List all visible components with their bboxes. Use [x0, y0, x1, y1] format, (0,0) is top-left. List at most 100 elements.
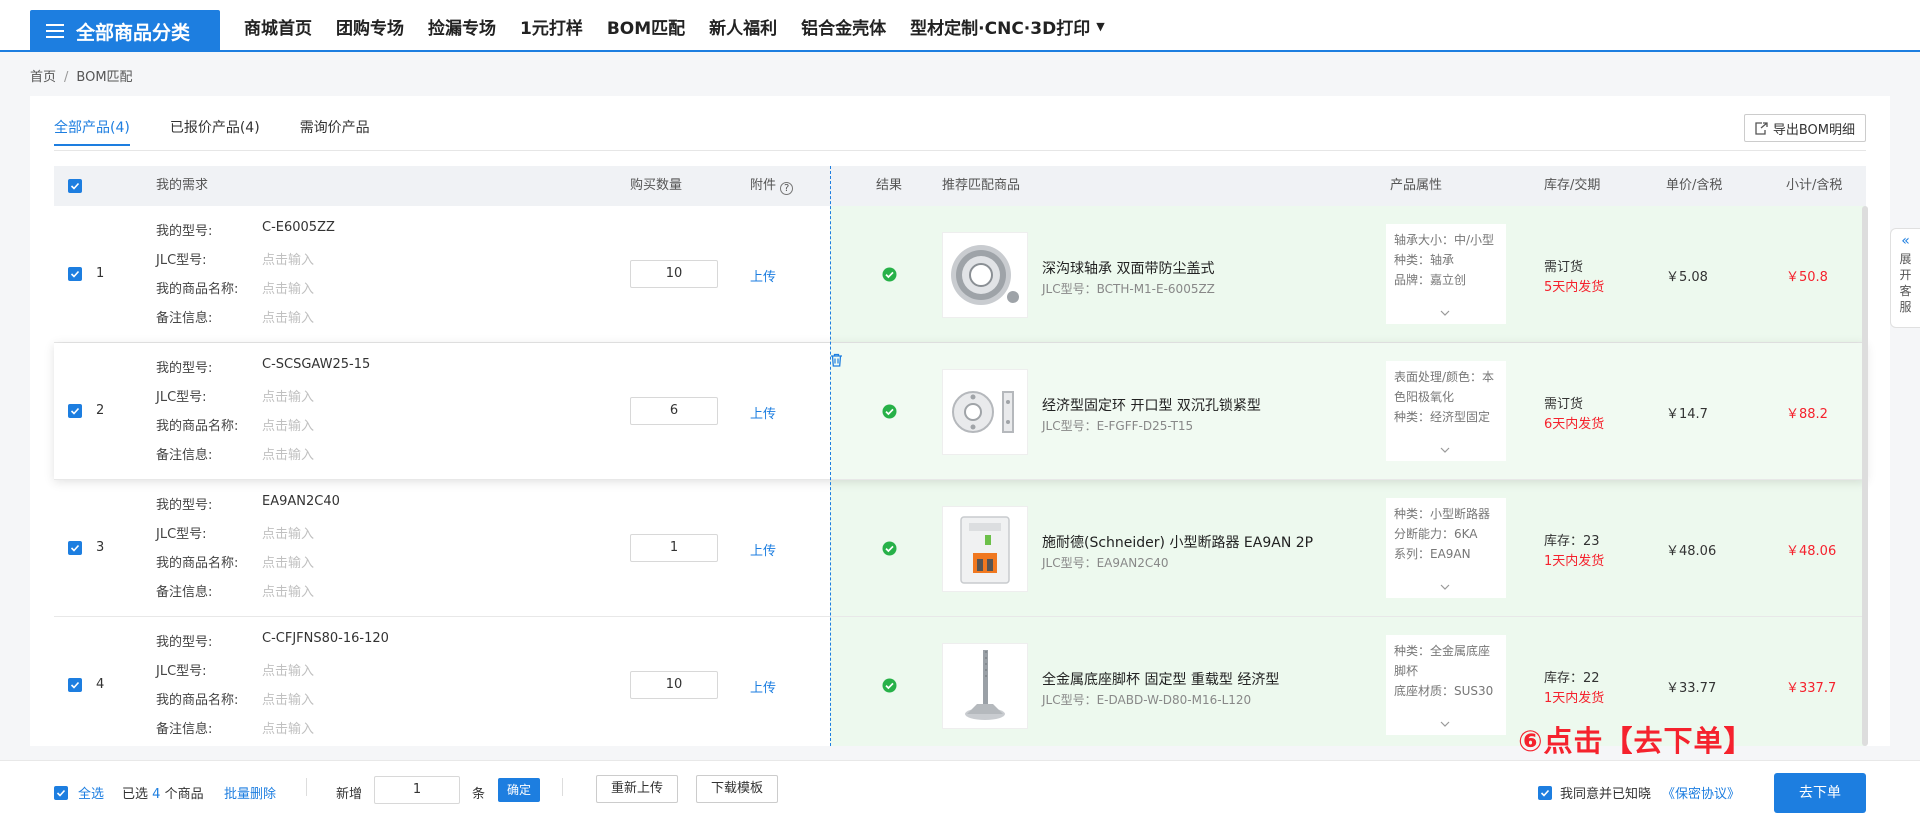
model-value[interactable]: C-E6005ZZ [262, 220, 335, 235]
table-row: 3 我的型号: EA9AN2C40 JLC型号: 点击输入 我的商品名称: 点击… [54, 480, 1866, 617]
row-checkbox[interactable] [68, 541, 82, 557]
name-input[interactable]: 点击输入 [262, 552, 314, 571]
tab-all-products[interactable]: 全部产品(4) [54, 118, 130, 146]
note-input[interactable]: 点击输入 [262, 581, 314, 600]
qty-input[interactable]: 1 [630, 534, 718, 562]
footer-bar: 全选 已选 4 个商品 批量删除 新增 1 条 确定 重新上传 下载模板 我同意… [0, 760, 1920, 825]
jlc-input[interactable]: 点击输入 [262, 660, 314, 679]
chevron-down-icon[interactable] [1440, 713, 1450, 733]
header-subtotal: 小计/含税 [1786, 178, 1843, 193]
checkbox-checked-icon [68, 267, 82, 281]
help-icon[interactable]: ? [780, 182, 794, 195]
stock-status: 需订货 [1544, 260, 1584, 275]
unit-price: ￥14.7 [1666, 407, 1708, 422]
jlc-input[interactable]: 点击输入 [262, 523, 314, 542]
agree-checkbox[interactable] [1538, 786, 1552, 802]
tab-quoted-products[interactable]: 已报价产品(4) [170, 118, 260, 146]
confirm-button[interactable]: 确定 [498, 778, 541, 802]
footer-select-all-checkbox[interactable] [54, 786, 68, 802]
nav-group-buy[interactable]: 团购专场 [336, 14, 404, 39]
delivery-time: 5天内发货 [1544, 280, 1605, 295]
product-image-leveling-foot[interactable] [942, 643, 1028, 729]
export-bom-button[interactable]: 导出BOM明细 [1743, 114, 1866, 142]
nav-aluminum-case[interactable]: 铝合金壳体 [801, 14, 886, 39]
place-order-button[interactable]: 去下单 [1774, 773, 1866, 813]
product-code: JLC型号：BCTH-M1-E-6005ZZ [1042, 282, 1215, 296]
header-select-all-checkbox[interactable] [68, 179, 82, 195]
product-image-collar[interactable] [942, 369, 1028, 455]
row-checkbox[interactable] [68, 267, 82, 283]
row-checkbox[interactable] [68, 404, 82, 420]
upload-link[interactable]: 上传 [750, 540, 776, 559]
product-name[interactable]: 深沟球轴承 双面带防尘盖式 [1042, 258, 1214, 278]
jlc-input[interactable]: 点击输入 [262, 249, 314, 268]
selected-count: 4 [152, 787, 161, 802]
model-value[interactable]: C-SCSGAW25-15 [262, 357, 370, 372]
nav-sample[interactable]: 1元打样 [520, 14, 583, 39]
name-label: 我的商品名称: [156, 282, 239, 297]
product-attrs: 轴承大小：中/小型 种类：轴承 品牌：嘉立创 [1386, 224, 1506, 324]
product-name[interactable]: 经济型固定环 开口型 双沉孔锁紧型 [1042, 395, 1261, 415]
delivery-time: 1天内发货 [1544, 554, 1605, 569]
model-label: 我的型号: [156, 361, 213, 376]
reupload-button[interactable]: 重新上传 [596, 775, 679, 803]
add-count-input[interactable]: 1 [374, 776, 460, 804]
product-image-breaker[interactable] [942, 506, 1028, 592]
unit-label: 条 [472, 787, 486, 802]
download-template-button[interactable]: 下载模板 [696, 775, 779, 803]
nav-bom[interactable]: BOM匹配 [607, 14, 685, 39]
nav-custom[interactable]: 型材定制·CNC·3D打印 ▼ [910, 14, 1105, 39]
chevron-down-icon[interactable] [1440, 576, 1450, 596]
select-all-label[interactable]: 全选 [78, 783, 104, 802]
upload-link[interactable]: 上传 [750, 403, 776, 422]
qty-input[interactable]: 10 [630, 260, 718, 288]
product-attrs: 表面处理/颜色：本 色阳极氧化 种类：经济型固定 [1386, 361, 1506, 461]
attr-line: 色阳极氧化 [1394, 390, 1455, 404]
qty-input[interactable]: 6 [630, 397, 718, 425]
breadcrumb-current: BOM匹配 [76, 70, 133, 85]
nav-home[interactable]: 商城首页 [244, 14, 312, 39]
step-annotation: ⑥点击【去下单】 [1518, 724, 1754, 758]
stock-status: 库存：23 [1544, 534, 1600, 549]
checkbox-checked-icon [68, 541, 82, 555]
row-checkbox[interactable] [68, 678, 82, 694]
subtotal: ￥50.8 [1786, 270, 1828, 285]
selected-suffix: 个商品 [164, 787, 204, 802]
jlc-input[interactable]: 点击输入 [262, 386, 314, 405]
batch-delete-link[interactable]: 批量删除 [224, 783, 276, 802]
upload-link[interactable]: 上传 [750, 677, 776, 696]
tab-inquiry-products[interactable]: 需询价产品 [300, 118, 370, 146]
chevron-down-icon[interactable] [1440, 302, 1450, 322]
customer-service-tab[interactable]: « 展开客服 [1890, 228, 1920, 328]
header-attachment-label: 附件 [750, 178, 777, 193]
model-value[interactable]: EA9AN2C40 [262, 494, 340, 509]
header-result: 结果 [876, 178, 903, 193]
attr-line: 种类：小型断路器 [1394, 507, 1491, 521]
name-input[interactable]: 点击输入 [262, 689, 314, 708]
nav-bargain[interactable]: 捡漏专场 [428, 14, 496, 39]
qty-input[interactable]: 10 [630, 671, 718, 699]
upload-link[interactable]: 上传 [750, 266, 776, 285]
model-value[interactable]: C-CFJFNS80-16-120 [262, 631, 389, 646]
all-categories-button[interactable]: 全部商品分类 [30, 10, 220, 52]
all-categories-label: 全部商品分类 [76, 21, 191, 44]
export-icon [1755, 121, 1768, 135]
name-input[interactable]: 点击输入 [262, 278, 314, 297]
product-code: JLC型号：E-DABD-W-D80-M16-L120 [1042, 693, 1252, 707]
agreement-link[interactable]: 《保密协议》 [1662, 783, 1740, 802]
product-image-bearing[interactable] [942, 232, 1028, 318]
name-input[interactable]: 点击输入 [262, 415, 314, 434]
breadcrumb-home[interactable]: 首页 [30, 70, 56, 85]
product-name[interactable]: 施耐德(Schneider) 小型断路器 EA9AN 2P [1042, 532, 1313, 552]
note-input[interactable]: 点击输入 [262, 444, 314, 463]
product-attrs: 种类：小型断路器 分断能力：6KA 系列：EA9AN [1386, 498, 1506, 598]
trash-icon[interactable] [830, 353, 843, 371]
note-input[interactable]: 点击输入 [262, 307, 314, 326]
note-input[interactable]: 点击输入 [262, 718, 314, 737]
model-label: 我的型号: [156, 635, 213, 650]
table-scrollbar[interactable] [1862, 206, 1868, 746]
product-name[interactable]: 全金属底座脚杯 固定型 重载型 经济型 [1042, 669, 1279, 689]
chevron-down-icon[interactable] [1440, 439, 1450, 459]
nav-new-user[interactable]: 新人福利 [709, 14, 777, 39]
header-price: 单价/含税 [1666, 178, 1723, 193]
